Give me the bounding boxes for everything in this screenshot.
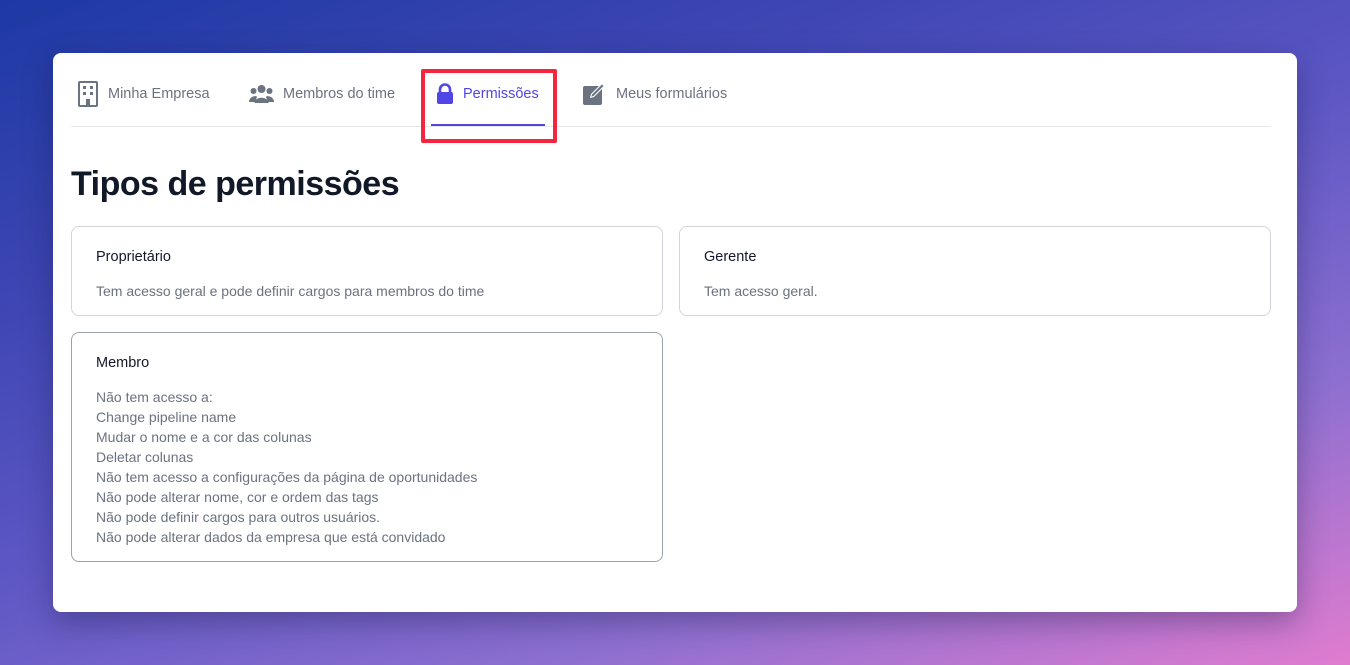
tab-label: Meus formulários [616,86,728,102]
restriction-line: Change pipeline name [96,409,237,425]
page-title: Tipos de permissões [71,165,400,203]
restriction-line: Não pode definir cargos para outros usuá… [96,509,381,525]
tab-label: Permissões [463,86,539,102]
tab-label: Minha Empresa [108,86,210,102]
card-title: Membro [96,355,150,371]
tab-minha-empresa[interactable]: Minha Empresa [77,80,210,108]
building-icon [77,81,99,107]
card-title: Gerente [704,249,757,265]
restriction-line: Não pode alterar dados da empresa que es… [96,529,446,545]
settings-panel: Minha Empresa Membros do time Permissões… [53,53,1297,612]
permission-card-member: Membro Não tem acesso a: Change pipeline… [71,332,663,562]
restriction-line: Não tem acesso a configurações da página… [96,469,478,485]
tab-membros-do-time[interactable]: Membros do time [249,80,395,108]
card-title: Proprietário [96,249,171,265]
permission-card-manager: Gerente Tem acesso geral. [679,226,1271,316]
active-tab-indicator [431,124,545,126]
tab-meus-formularios[interactable]: Meus formulários [582,80,727,108]
tab-bar: Minha Empresa Membros do time Permissões… [71,53,1271,143]
lock-icon [436,83,454,105]
restriction-line: Mudar o nome e a cor das colunas [96,429,312,445]
users-icon [249,84,274,104]
restriction-line: Não tem acesso a: [96,389,213,405]
restriction-line: Deletar colunas [96,449,194,465]
card-description: Tem acesso geral. [704,283,818,299]
restriction-line: Não pode alterar nome, cor e ordem das t… [96,489,379,505]
card-description: Tem acesso geral e pode definir cargos p… [96,283,485,299]
permission-card-owner: Proprietário Tem acesso geral e pode def… [71,226,663,316]
tab-label: Membros do time [283,86,396,102]
tab-permissoes[interactable]: Permissões [436,80,539,108]
edit-icon [582,82,607,107]
